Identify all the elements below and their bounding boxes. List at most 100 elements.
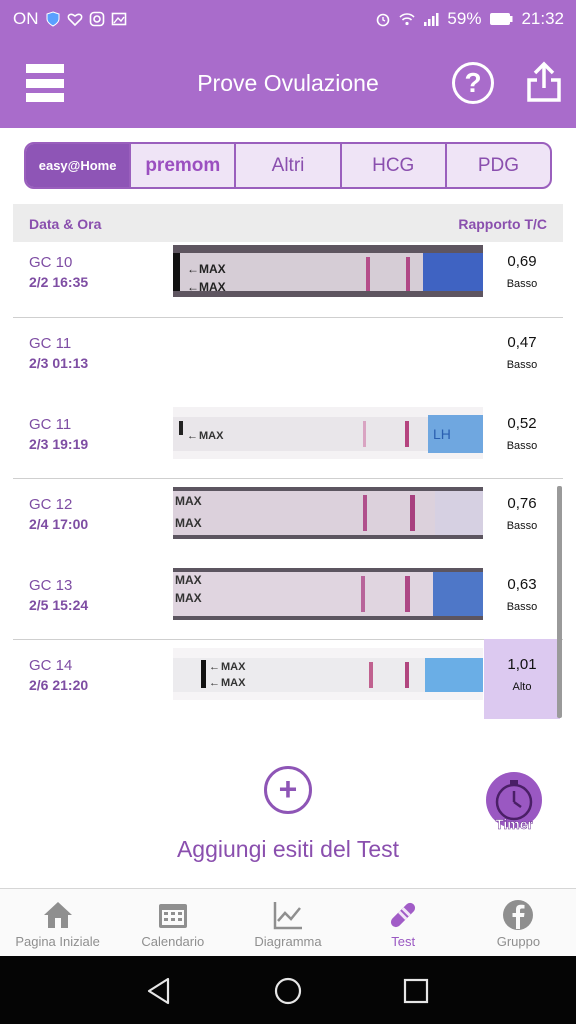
column-header-date: Data & Ora — [29, 216, 102, 232]
strip-max-label: MAX — [175, 494, 202, 508]
level-label: Alto — [512, 681, 532, 693]
level-label: Basso — [506, 359, 538, 371]
level-label: Basso — [506, 440, 538, 452]
nav-item-home[interactable]: Pagina Iniziale — [0, 889, 115, 956]
row-test-name: GC 14 — [29, 657, 73, 674]
test-strip-photo[interactable]: MAX MAX — [173, 568, 483, 620]
tab-altri[interactable]: Altri — [236, 144, 342, 187]
strip-max-label: MAX — [221, 677, 246, 689]
table-row[interactable]: GC 10 2/2 16:35 ← MAX ← MAX 0,69 Basso — [13, 236, 563, 316]
ratio-cell: 0,76 Basso — [484, 478, 560, 558]
battery-percent: 59% — [447, 9, 482, 28]
ratio-cell: 0,47 Basso — [484, 317, 560, 397]
instagram-icon — [89, 11, 104, 27]
nav-label: Calendario — [141, 934, 205, 949]
strip-max-label: MAX — [175, 591, 202, 605]
chart-line-icon — [273, 902, 302, 930]
row-test-name: GC 11 — [29, 335, 72, 352]
tab-premom[interactable]: premom — [131, 144, 237, 187]
ratio-value: 0,52 — [507, 415, 537, 432]
strip-max-label: MAX — [175, 516, 202, 530]
ratio-cell: 0,69 Basso — [484, 236, 560, 316]
ratio-value: 0,47 — [507, 334, 537, 351]
tab-pdg[interactable]: PDG — [447, 144, 550, 187]
gallery-icon — [111, 12, 126, 26]
row-test-name: GC 12 — [29, 496, 73, 513]
tab-hcg[interactable]: HCG — [342, 144, 447, 187]
signal-icon — [424, 13, 439, 26]
nav-label: Pagina Iniziale — [15, 934, 100, 949]
carrier-label: ON — [13, 9, 39, 28]
strip-max-label: MAX — [199, 280, 226, 294]
level-label: Basso — [506, 520, 538, 532]
question-circle-icon[interactable]: ? — [452, 62, 494, 104]
clock: 21:32 — [521, 9, 564, 28]
ratio-value: 0,69 — [507, 253, 537, 270]
strip-max-label: MAX — [199, 262, 226, 276]
strip-max-label: MAX — [175, 573, 202, 587]
table-row[interactable]: GC 11 2/3 19:19 ← MAX LH 0,52 Basso — [13, 398, 563, 478]
battery-icon — [490, 13, 513, 25]
plus-circle-icon[interactable]: + — [264, 766, 312, 814]
svg-text:←: ← — [187, 430, 198, 442]
nav-label: Diagramma — [254, 934, 322, 949]
tab-easy-home[interactable]: easy@Home — [26, 144, 132, 187]
app-bar: Prove Ovulazione ? — [0, 40, 576, 128]
table-row[interactable]: GC 12 2/4 17:00 MAX MAX 0,76 Basso — [13, 478, 563, 558]
top-bar: ON 59% 21:32 Prove Ovulazione ? — [0, 0, 576, 128]
nav-label: Gruppo — [496, 934, 541, 949]
system-navigation-bar — [0, 956, 576, 1024]
row-datetime: 2/5 15:24 — [29, 597, 89, 613]
table-row[interactable]: GC 14 2/6 21:20 ← MAX ← MAX 1,01 Alto — [13, 639, 563, 719]
svg-text:←: ← — [209, 661, 220, 673]
wifi-icon — [399, 13, 415, 26]
row-datetime: 2/6 21:20 — [29, 677, 89, 693]
test-strip-photo[interactable]: ← MAX LH — [173, 407, 483, 459]
nav-item-group[interactable]: Gruppo — [461, 889, 576, 956]
test-strip-photo[interactable]: MAX MAX — [173, 487, 483, 539]
ratio-cell: 0,63 Basso — [484, 559, 560, 639]
shield-icon — [46, 11, 59, 27]
level-label: Basso — [506, 601, 538, 613]
timer-button[interactable]: Timer — [484, 816, 544, 833]
add-results-button[interactable]: Aggiungi esiti del Test — [0, 836, 576, 863]
level-label: Basso — [506, 278, 538, 290]
ratio-cell: 0,52 Basso — [484, 398, 560, 478]
back-icon[interactable] — [144, 976, 174, 1006]
column-header-ratio: Rapporto T/C — [458, 216, 547, 232]
status-bar: ON 59% 21:32 — [0, 0, 576, 40]
row-datetime: 2/3 19:19 — [29, 436, 89, 452]
strip-max-label: MAX — [199, 430, 224, 442]
recents-icon[interactable] — [401, 976, 431, 1006]
test-strip-photo[interactable]: ← MAX ← MAX — [173, 245, 483, 297]
table-row[interactable]: GC 13 2/5 15:24 MAX MAX 0,63 Basso — [13, 559, 563, 639]
calendar-icon — [158, 904, 187, 928]
home-icon — [43, 902, 72, 928]
scrollbar[interactable] — [557, 486, 562, 718]
home-circle-icon[interactable] — [273, 976, 303, 1006]
ratio-value: 1,01 — [507, 656, 537, 673]
heart-icon — [67, 13, 82, 27]
row-test-name: GC 10 — [29, 254, 73, 271]
bottom-navigation: Pagina Iniziale Calendario Diagramma Tes… — [0, 888, 576, 956]
ratio-value: 0,63 — [507, 576, 537, 593]
brand-tabs: easy@Home premom Altri HCG PDG — [24, 142, 552, 189]
test-strip-icon — [391, 902, 416, 928]
alarm-icon — [377, 13, 390, 27]
nav-label: Test — [391, 934, 416, 949]
nav-item-test[interactable]: Test — [346, 889, 461, 956]
svg-text:←: ← — [209, 677, 220, 689]
strip-lh-label: LH — [433, 426, 451, 442]
svg-text:←: ← — [187, 262, 199, 276]
row-test-name: GC 11 — [29, 416, 72, 433]
strip-max-label: MAX — [221, 661, 246, 673]
ratio-cell-high: 1,01 Alto — [484, 639, 560, 719]
row-test-name: GC 13 — [29, 577, 73, 594]
row-datetime: 2/2 16:35 — [29, 274, 89, 290]
share-upload-icon[interactable] — [524, 60, 564, 104]
table-row[interactable]: GC 11 2/3 01:13 0,47 Basso — [13, 317, 563, 397]
ratio-value: 0,76 — [507, 495, 537, 512]
nav-item-chart[interactable]: Diagramma — [230, 889, 345, 956]
nav-item-calendar[interactable]: Calendario — [115, 889, 230, 956]
test-strip-photo[interactable]: ← MAX ← MAX — [173, 648, 483, 700]
